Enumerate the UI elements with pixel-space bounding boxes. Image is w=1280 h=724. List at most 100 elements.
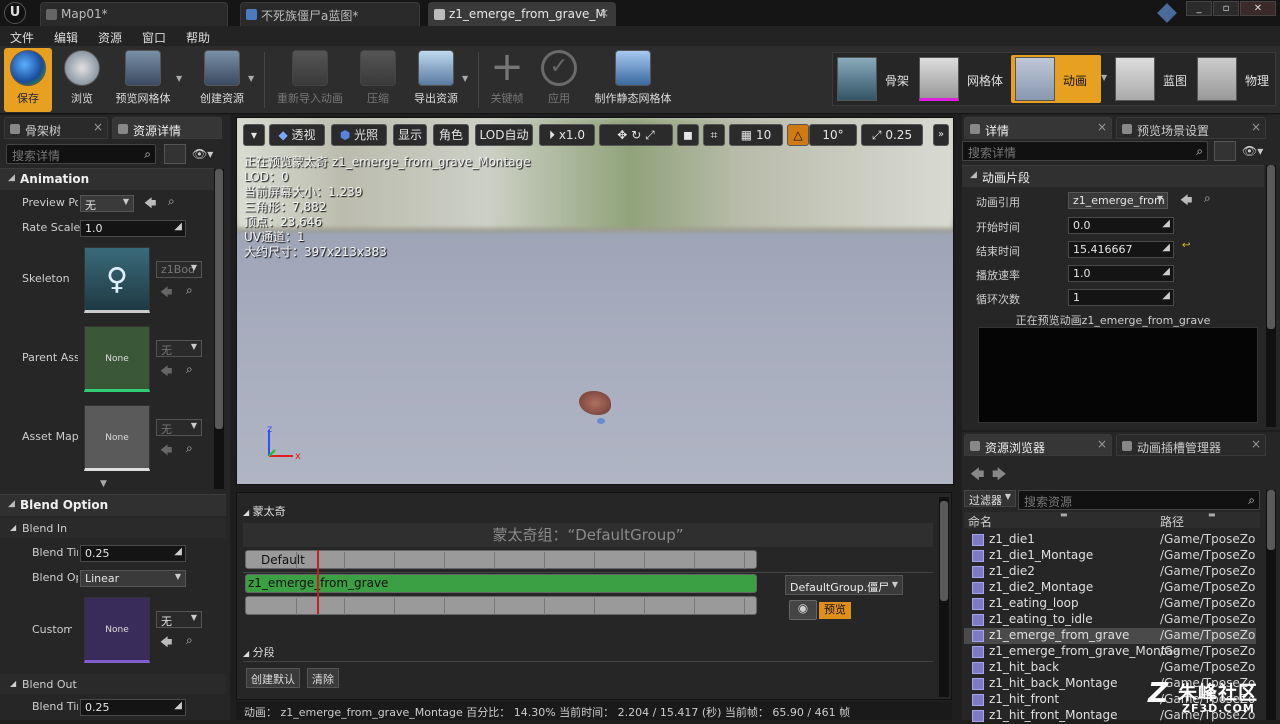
close-icon[interactable]: × [599, 6, 609, 20]
list-item[interactable]: z1_die1/Game/TposeZor [964, 532, 1256, 548]
menu-file[interactable]: 文件 [10, 29, 34, 46]
column-name-header[interactable]: 命名 [968, 513, 992, 530]
list-item[interactable]: z1_emerge_from_grave/Game/TposeZor [964, 628, 1256, 644]
tab-content-browser[interactable]: 资源浏览器 × [964, 434, 1112, 456]
close-icon[interactable]: × [93, 120, 103, 134]
playback-speed-button[interactable]: ⏵ x1.0 [539, 124, 595, 146]
animation-mode-thumb[interactable] [1015, 57, 1055, 101]
blend-option-select[interactable]: Linear ▼ [80, 570, 186, 587]
list-item[interactable]: z1_die2_Montage/Game/TposeZor [964, 580, 1256, 596]
section-blend-option[interactable]: ◢ Blend Option [0, 494, 226, 516]
character-mesh[interactable] [579, 391, 611, 415]
scale-snap-button[interactable]: ⤢ 0.25 [861, 124, 923, 146]
eye-icon[interactable]: 👁▾ [1242, 144, 1263, 158]
minimize-button[interactable]: _ [1186, 1, 1212, 16]
character-button[interactable]: 角色 [433, 124, 469, 146]
tab-asset-details[interactable]: 资源详情 [112, 117, 222, 139]
rotate-icon[interactable]: ↻ [631, 128, 641, 142]
close-icon[interactable]: × [1097, 437, 1107, 451]
eye-icon[interactable]: 👁▾ [192, 147, 213, 161]
mode-mesh[interactable]: 网格体 [967, 72, 1003, 89]
clear-button[interactable]: 清除 [307, 668, 339, 688]
list-item[interactable]: z1_die2/Game/TposeZor [964, 564, 1256, 580]
arrow-left-icon[interactable]: 🡄 [160, 362, 172, 383]
scale-icon[interactable]: ⤢ [645, 128, 655, 142]
mode-skeleton[interactable]: 骨架 [885, 72, 909, 89]
reset-to-default-icon[interactable]: ↩ [1182, 240, 1190, 251]
search-icon[interactable]: ⌕ [168, 194, 175, 209]
custom-curve-select[interactable]: 无 ▼ [156, 611, 202, 628]
arrow-left-icon[interactable]: 🡄 [160, 633, 172, 654]
search-icon[interactable]: ⌕ [186, 283, 193, 298]
menu-asset[interactable]: 资源 [98, 29, 122, 46]
export-asset-button[interactable]: 导出资源 [408, 48, 464, 112]
scrollbar[interactable] [214, 169, 224, 489]
search-icon[interactable]: ⌕ [186, 362, 193, 377]
skeleton-thumbnail[interactable]: ♀ [84, 247, 150, 313]
tab-montage[interactable]: z1_emerge_from_grave_M × [428, 2, 616, 26]
compress-button[interactable]: 压缩 [356, 48, 400, 112]
perspective-button[interactable]: ◆ 透视 [269, 124, 325, 146]
section-blend-out[interactable]: ◢ Blend Out [0, 674, 226, 694]
reimport-animation-button[interactable]: 重新导入动画 [270, 48, 350, 112]
back-arrow-icon[interactable]: 🡄 [970, 464, 984, 488]
lod-auto-button[interactable]: LOD自动 [475, 124, 533, 146]
tab-details[interactable]: 详情 × [964, 117, 1112, 139]
blend-time-field[interactable]: 0.25 ◢ [80, 545, 186, 562]
physics-mode-thumb[interactable] [1197, 57, 1237, 101]
tab-preview-scene-settings[interactable]: 预览场景设置 × [1116, 117, 1266, 139]
apply-button[interactable]: ✓ 应用 [536, 48, 582, 112]
keyframe-button[interactable]: + 关键帧 [484, 47, 530, 112]
close-window-button[interactable]: ✕ [1240, 1, 1276, 16]
details-search-input[interactable]: 搜索详情 ⌕ [6, 144, 156, 164]
search-icon[interactable]: ⌕ [1204, 191, 1211, 206]
scrollbar-thumb[interactable] [1267, 490, 1275, 550]
chevron-down-icon[interactable]: ▼ [176, 74, 182, 83]
scrollbar-thumb[interactable] [1267, 165, 1275, 329]
asset-map-thumbnail[interactable]: None [84, 405, 150, 471]
column-path-header[interactable]: 路径 [1160, 513, 1184, 530]
asset-map-select[interactable]: 无 ▼ [156, 419, 202, 436]
preview-slot-button[interactable]: 预览 [819, 602, 851, 619]
parent-asset-select[interactable]: 无 ▼ [156, 340, 202, 357]
parent-asset-thumbnail[interactable]: None [84, 326, 150, 392]
preview-pose-select[interactable]: 无 ▼ [80, 195, 134, 212]
filter-dropdown[interactable]: 过滤器 ▼ [964, 490, 1016, 507]
make-static-mesh-button[interactable]: 制作静态网格体 [588, 48, 678, 112]
rotation-snap-icon[interactable]: △ [787, 124, 809, 146]
anim-segment[interactable]: z1_emerge_from_grave [245, 574, 757, 593]
arrow-left-icon[interactable]: 🡄 [144, 194, 156, 215]
loop-count-field[interactable]: 1 ◢ [1068, 289, 1174, 306]
skeleton-mode-thumb[interactable] [837, 57, 877, 101]
sections-header[interactable]: ◢ 分段 [243, 644, 275, 660]
arrow-left-icon[interactable]: 🡄 [160, 441, 172, 462]
surface-snap-icon[interactable]: ⌗ [703, 124, 725, 146]
montage-section-header[interactable]: ◢ 蒙太奇 [243, 503, 286, 519]
anim-reference-select[interactable]: z1_emerge_from ▼ [1068, 192, 1168, 209]
menu-window[interactable]: 窗口 [142, 29, 166, 46]
tab-anim-slot-manager[interactable]: 动画插槽管理器 × [1116, 434, 1266, 456]
start-time-field[interactable]: 0.0 ◢ [1068, 217, 1174, 234]
list-item[interactable]: z1_die1_Montage/Game/TposeZor [964, 548, 1256, 564]
close-icon[interactable]: × [1251, 120, 1261, 134]
preview-mesh-button[interactable]: 预览网格体 [110, 48, 176, 112]
slot-preview-icon[interactable]: ◉ [789, 600, 817, 620]
chevron-down-icon[interactable]: ▼ [462, 74, 468, 83]
chevron-down-icon[interactable]: ▼ [248, 74, 254, 83]
translate-icon[interactable]: ✥ [617, 128, 627, 142]
tab-map01[interactable]: Map01* [40, 2, 228, 26]
expand-arrow-icon[interactable]: ▼ [100, 479, 107, 489]
play-rate-field[interactable]: 1.0 ◢ [1068, 265, 1174, 282]
rate-scale-field[interactable]: 1.0 ◢ [80, 220, 186, 237]
arrow-left-icon[interactable]: 🡄 [160, 283, 172, 304]
property-matrix-icon[interactable] [164, 144, 186, 164]
show-button[interactable]: 显示 [393, 124, 427, 146]
viewport-options-button[interactable]: ▾ [243, 124, 265, 146]
mode-blueprint[interactable]: 蓝图 [1163, 72, 1187, 89]
forward-arrow-icon[interactable]: 🡆 [992, 464, 1006, 488]
menu-edit[interactable]: 编辑 [54, 29, 78, 46]
overflow-icon[interactable]: » [933, 124, 949, 146]
scrollbar-thumb[interactable] [940, 501, 948, 601]
arrow-left-icon[interactable]: 🡄 [1180, 191, 1192, 212]
mesh-mode-thumb[interactable] [919, 57, 959, 101]
